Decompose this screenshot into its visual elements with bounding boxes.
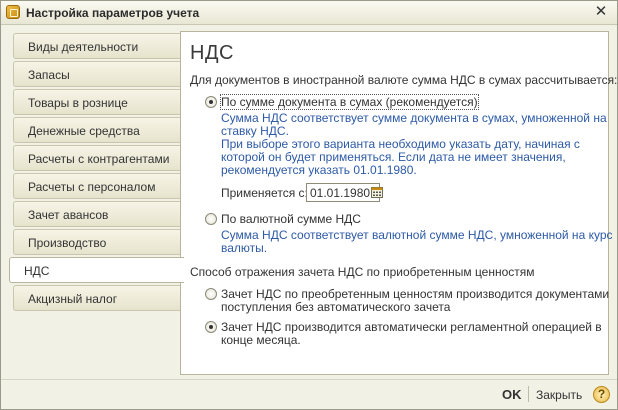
currency-vat-hint: Сумма НДС соответствует валютной сумме Н…	[221, 229, 613, 255]
radio-offset-documents-label[interactable]: Зачет НДС по преобретенным ценностям про…	[221, 288, 609, 314]
tab-label: Товары в рознице	[28, 96, 128, 110]
tab-label: Зачет авансов	[28, 208, 109, 222]
hint-line: валюты.	[221, 241, 268, 255]
tab-label: НДС	[24, 264, 50, 278]
radio-offset-documents[interactable]	[205, 288, 217, 300]
calendar-icon[interactable]	[371, 186, 385, 200]
radio-doc-sum[interactable]	[205, 96, 217, 108]
dialog-footer: OK Закрыть ?	[1, 379, 617, 409]
settings-window: Настройка параметров учета ✕ Виды деятел…	[0, 0, 618, 410]
vat-panel: НДС Для документов в иностранной валюте …	[180, 31, 617, 375]
tab-label: Запасы	[28, 68, 70, 82]
footer-divider	[528, 386, 529, 402]
tab-production[interactable]: Производство	[13, 229, 181, 255]
date-label: Применяется с:	[221, 186, 308, 200]
radio-offset-auto[interactable]	[205, 321, 217, 333]
title-bar[interactable]: Настройка параметров учета ✕	[1, 1, 617, 25]
help-icon[interactable]: ?	[593, 386, 610, 403]
date-field[interactable]	[306, 183, 380, 202]
tab-excise[interactable]: Акцизный налог	[13, 285, 181, 311]
option-line: конце месяца.	[221, 333, 301, 347]
tab-label: Расчеты с контрагентами	[28, 152, 170, 166]
content-area: Виды деятельности Запасы Товары в розниц…	[9, 31, 617, 375]
tab-label: Расчеты с персоналом	[28, 180, 156, 194]
tab-vat[interactable]: НДС	[9, 257, 184, 283]
tab-retail-goods[interactable]: Товары в рознице	[13, 89, 181, 115]
currency-prompt: Для документов в иностранной валюте сумм…	[190, 73, 618, 87]
doc-sum-hint: Сумма НДС соответствует сумме документа …	[221, 112, 607, 177]
tab-activities[interactable]: Виды деятельности	[13, 33, 181, 59]
app-icon	[6, 5, 20, 19]
radio-currency-vat[interactable]	[205, 213, 217, 225]
radio-doc-sum-label[interactable]: По сумме документа в сумах (рекомендуетс…	[220, 94, 479, 110]
tab-personnel[interactable]: Расчеты с персоналом	[13, 173, 181, 199]
hint-line: Сумма НДС соответствует валютной сумме Н…	[221, 228, 613, 242]
radio-currency-vat-label[interactable]: По валютной сумме НДС	[221, 212, 361, 226]
tab-inventory[interactable]: Запасы	[13, 61, 181, 87]
offset-section-label: Способ отражения зачета НДС по приобрете…	[190, 265, 535, 279]
close-button[interactable]: Закрыть	[536, 388, 582, 402]
tab-list: Виды деятельности Запасы Товары в розниц…	[9, 31, 184, 375]
tab-label: Денежные средства	[28, 124, 140, 138]
tab-label: Виды деятельности	[28, 40, 139, 54]
hint-line: рекомендуется указать 01.01.1980.	[221, 163, 417, 177]
close-icon[interactable]: ✕	[593, 4, 609, 20]
radio-offset-auto-label[interactable]: Зачет НДС производится автоматически рег…	[221, 321, 602, 347]
tab-advances[interactable]: Зачет авансов	[13, 201, 181, 227]
tab-label: Акцизный налог	[28, 292, 118, 306]
tab-counterparties[interactable]: Расчеты с контрагентами	[13, 145, 181, 171]
page-title: НДС	[190, 42, 234, 64]
tab-cash[interactable]: Денежные средства	[13, 117, 181, 143]
ok-button[interactable]: OK	[502, 387, 522, 402]
option-line: поступления без автоматического зачета	[221, 300, 451, 314]
window-title: Настройка параметров учета	[26, 6, 200, 20]
tab-label: Производство	[28, 236, 107, 250]
